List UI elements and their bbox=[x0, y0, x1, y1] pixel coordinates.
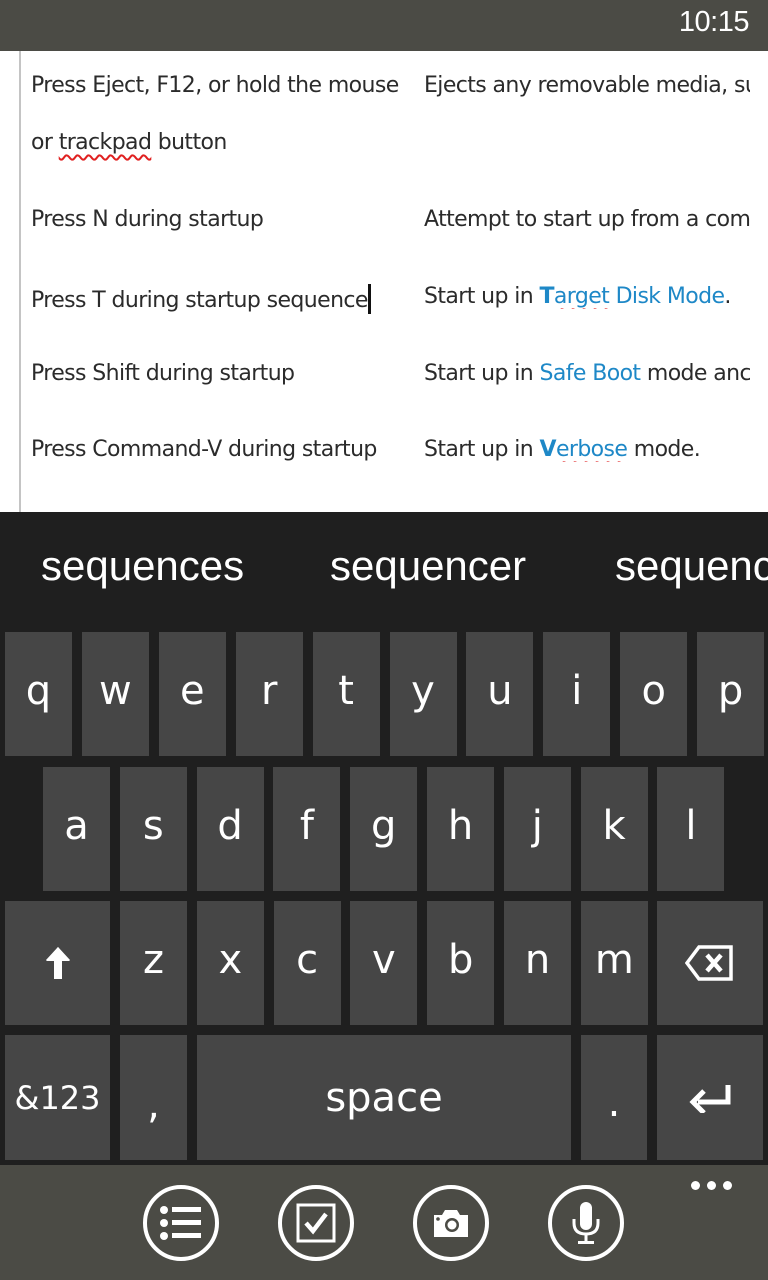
microphone-button[interactable] bbox=[548, 1185, 624, 1261]
enter-icon bbox=[689, 1084, 731, 1113]
bulleted-list-icon bbox=[160, 1206, 201, 1240]
link-text-bold: V bbox=[539, 437, 557, 462]
key-x[interactable]: x bbox=[196, 901, 264, 1025]
table-left-border bbox=[19, 51, 21, 512]
table-cell-shortcut[interactable]: Press Command-V during startup bbox=[31, 437, 377, 462]
enter-key[interactable] bbox=[657, 1035, 763, 1160]
text-run: Start up in bbox=[424, 437, 540, 462]
comma-key[interactable]: , bbox=[120, 1035, 187, 1160]
key-c[interactable]: c bbox=[273, 901, 341, 1025]
table-cell-description[interactable]: Start up in Verbose mode. bbox=[424, 437, 750, 462]
key-u[interactable]: u bbox=[466, 632, 534, 756]
key-o[interactable]: o bbox=[620, 632, 688, 756]
app-bar bbox=[0, 1165, 768, 1280]
key-d[interactable]: d bbox=[196, 767, 264, 891]
document-body[interactable]: Press Eject, F12, or hold the mouse Ejec… bbox=[0, 51, 768, 512]
word-suggestions-bar: sequences sequencer sequenc bbox=[0, 512, 768, 630]
key-a[interactable]: a bbox=[43, 767, 110, 891]
camera-icon bbox=[434, 1210, 468, 1237]
table-cell-description[interactable]: Start up in Target Disk Mode. bbox=[424, 284, 750, 309]
more-dots-icon[interactable] bbox=[691, 1181, 732, 1190]
key-g[interactable]: g bbox=[350, 767, 418, 891]
text-run: button bbox=[151, 130, 228, 155]
link-text: Disk Mode bbox=[609, 284, 725, 309]
key-y[interactable]: y bbox=[389, 632, 457, 756]
space-key[interactable]: space bbox=[197, 1035, 571, 1160]
text-run: Press T during startup sequence bbox=[31, 288, 368, 313]
misspelled-word: erbose bbox=[555, 437, 628, 462]
list-button[interactable] bbox=[143, 1185, 219, 1261]
key-s[interactable]: s bbox=[119, 767, 187, 891]
key-z[interactable]: z bbox=[120, 901, 187, 1025]
text-run: Start up in bbox=[424, 284, 540, 309]
key-b[interactable]: b bbox=[427, 901, 495, 1025]
period-key[interactable]: . bbox=[581, 1035, 647, 1160]
table-cell-shortcut[interactable]: Press Eject, F12, or hold the mouse bbox=[31, 73, 399, 98]
target-disk-mode-link[interactable]: Target Disk Mode bbox=[540, 284, 725, 309]
text-run: . bbox=[724, 284, 731, 309]
key-i[interactable]: i bbox=[543, 632, 611, 756]
status-clock: 10:15 bbox=[678, 6, 750, 38]
key-q[interactable]: q bbox=[5, 632, 72, 756]
link-text-bold: T bbox=[539, 284, 555, 309]
key-v[interactable]: v bbox=[350, 901, 418, 1025]
status-bar: 10:15 bbox=[0, 0, 768, 51]
key-p[interactable]: p bbox=[697, 632, 765, 756]
text-cursor bbox=[367, 284, 371, 314]
dot bbox=[723, 1181, 732, 1190]
shift-key[interactable] bbox=[5, 901, 110, 1025]
table-cell-shortcut[interactable]: Press N during startup bbox=[31, 207, 264, 232]
camera-button[interactable] bbox=[413, 1185, 489, 1261]
microphone-icon bbox=[572, 1202, 600, 1244]
key-h[interactable]: h bbox=[427, 767, 494, 891]
checkbox-icon bbox=[296, 1203, 336, 1243]
dot bbox=[691, 1181, 700, 1190]
suggestion-item[interactable]: sequenc bbox=[615, 542, 768, 590]
text-run: mode. bbox=[627, 437, 701, 462]
verbose-link[interactable]: Verbose bbox=[540, 437, 628, 462]
text-run: mode anc bbox=[640, 361, 750, 386]
text-run: or bbox=[31, 130, 59, 155]
table-cell-description[interactable]: Ejects any removable media, su bbox=[424, 73, 750, 98]
symbols-key[interactable]: &123 bbox=[5, 1035, 110, 1160]
text-run: Start up in bbox=[424, 361, 540, 386]
dot bbox=[707, 1181, 716, 1190]
key-l[interactable]: l bbox=[657, 767, 725, 891]
key-j[interactable]: j bbox=[503, 767, 571, 891]
key-f[interactable]: f bbox=[273, 767, 341, 891]
suggestion-item[interactable]: sequencer bbox=[330, 542, 526, 590]
misspelled-word: arget bbox=[553, 284, 610, 309]
key-m[interactable]: m bbox=[580, 901, 648, 1025]
misspelled-word[interactable]: trackpad bbox=[59, 130, 152, 155]
key-n[interactable]: n bbox=[504, 901, 571, 1025]
key-r[interactable]: r bbox=[235, 632, 303, 756]
table-cell-description[interactable]: Start up in Safe Boot mode anc bbox=[424, 361, 750, 386]
key-t[interactable]: t bbox=[312, 632, 380, 756]
key-e[interactable]: e bbox=[158, 632, 226, 756]
key-k[interactable]: k bbox=[580, 767, 648, 891]
backspace-key[interactable] bbox=[657, 901, 763, 1025]
suggestion-item[interactable]: sequences bbox=[41, 542, 244, 590]
table-cell-description[interactable]: Attempt to start up from a com bbox=[424, 207, 750, 232]
table-cell-shortcut[interactable]: Press Shift during startup bbox=[31, 361, 295, 386]
backspace-icon bbox=[685, 945, 733, 981]
on-screen-keyboard: sequences sequencer sequenc qwertyuiop a… bbox=[0, 512, 768, 1165]
checkbox-button[interactable] bbox=[278, 1185, 354, 1261]
table-cell-shortcut-continued[interactable]: or trackpad button bbox=[31, 130, 227, 155]
safe-boot-link[interactable]: Safe Boot bbox=[540, 361, 642, 386]
shift-up-arrow-icon bbox=[45, 947, 70, 979]
key-w[interactable]: w bbox=[81, 632, 149, 756]
table-cell-shortcut-active[interactable]: Press T during startup sequence bbox=[31, 284, 371, 314]
